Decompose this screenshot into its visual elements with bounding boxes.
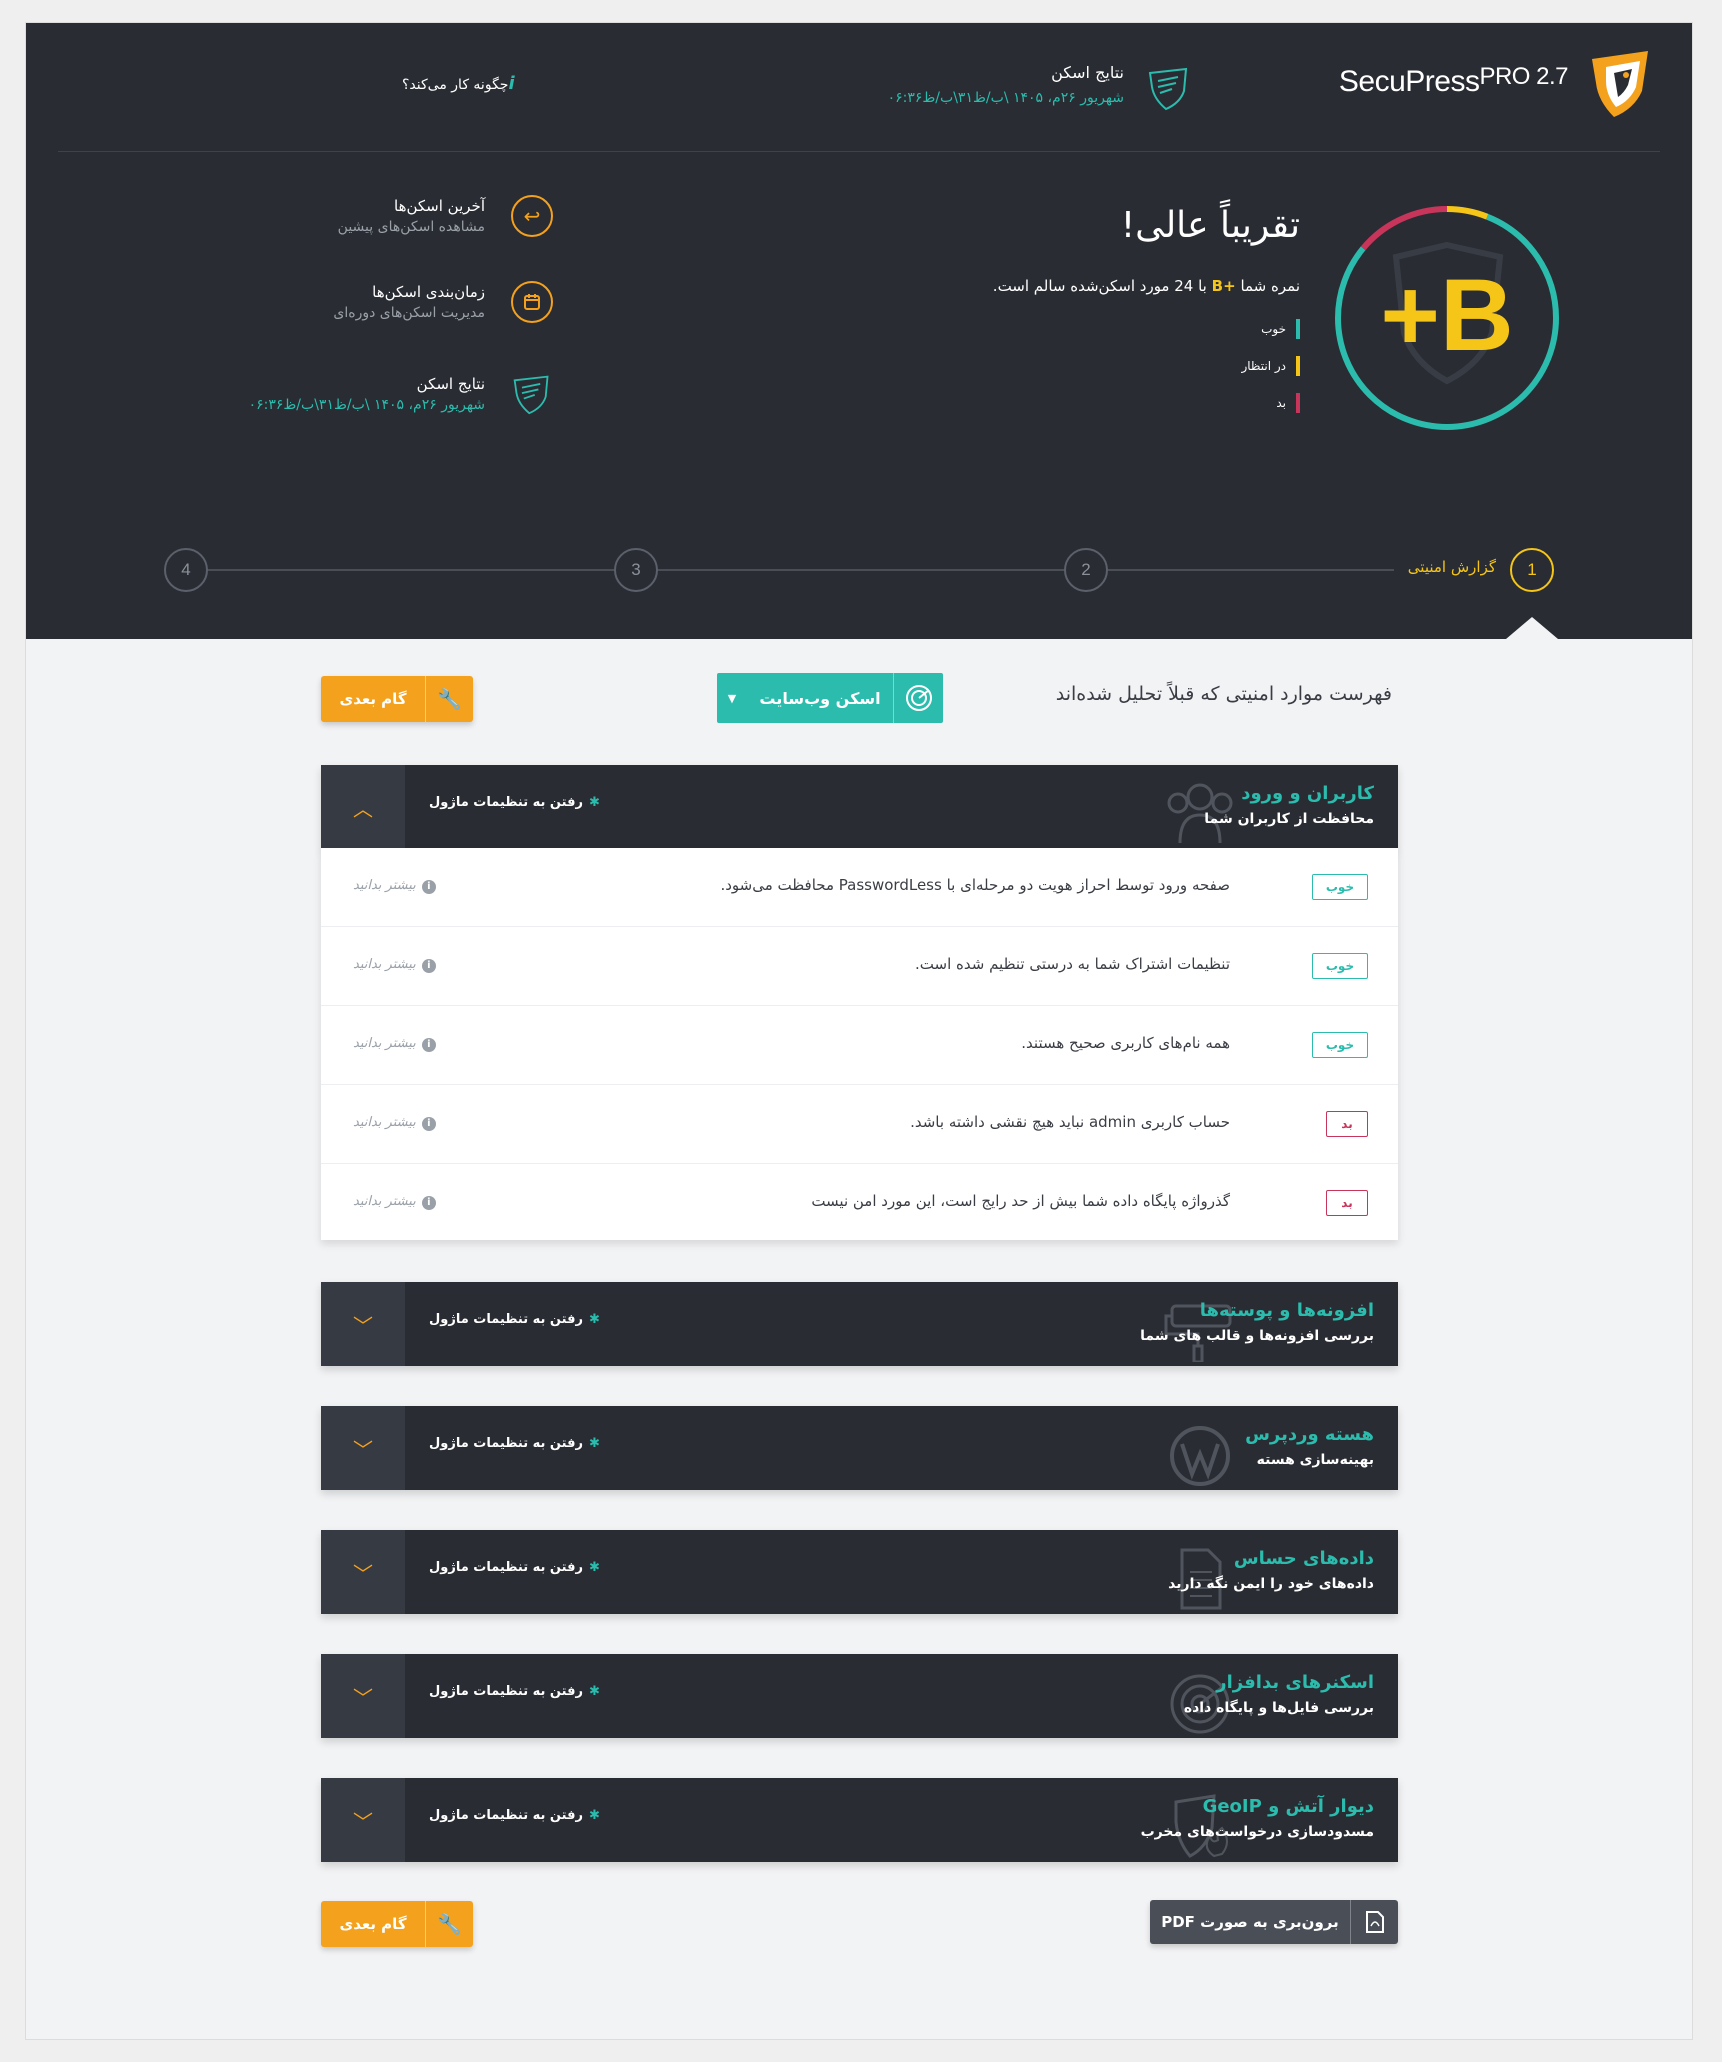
status-badge-good: خوب bbox=[1312, 953, 1368, 979]
result-message: صفحه ورود توسط احراز هویت دو مرحله‌ای با… bbox=[720, 876, 1230, 894]
result-row: خوب صفحه ورود توسط احراز هویت دو مرحله‌ا… bbox=[321, 848, 1398, 927]
chevron-down-icon[interactable]: ﹀ bbox=[321, 1282, 405, 1366]
learn-more-link[interactable]: iبیشتر بدانید bbox=[353, 878, 436, 894]
result-row: بد گذرواژه پایگاه داده شما بیش از حد رای… bbox=[321, 1164, 1398, 1243]
section-wordpress-core[interactable]: ﹀ ✱رفتن به تنظیمات ماژول هسته وردپرس بهی… bbox=[321, 1406, 1398, 1490]
chevron-up-icon[interactable]: ︿ bbox=[321, 765, 405, 849]
step-1-label[interactable]: گزارش امنیتی bbox=[1408, 558, 1496, 576]
step-4[interactable]: 4 bbox=[164, 548, 208, 592]
legend-pending-swatch bbox=[1296, 356, 1300, 376]
module-settings-link[interactable]: ✱رفتن به تنظیمات ماژول bbox=[429, 1684, 600, 1699]
gear-icon: ✱ bbox=[588, 1808, 600, 1823]
legend-good: خوب bbox=[1261, 319, 1300, 339]
wrench-icon: 🔧 bbox=[425, 1901, 473, 1947]
gear-icon: ✱ bbox=[588, 795, 600, 810]
score-title: تقریباً عالی! bbox=[1120, 205, 1300, 246]
status-badge-bad: بد bbox=[1326, 1111, 1368, 1137]
module-settings-link[interactable]: ✱رفتن به تنظیمات ماژول bbox=[429, 1560, 600, 1575]
info-icon: i bbox=[421, 880, 436, 894]
score-ring: +B bbox=[1332, 203, 1562, 433]
status-badge-bad: بد bbox=[1326, 1190, 1368, 1216]
learn-more-link[interactable]: iبیشتر بدانید bbox=[353, 1194, 436, 1210]
step-pointer bbox=[1506, 617, 1558, 639]
how-it-works-link[interactable]: iچگونه کار می‌کند؟ bbox=[402, 73, 523, 94]
status-badge-good: خوب bbox=[1312, 1032, 1368, 1058]
next-step-button-bottom[interactable]: 🔧 گام بعدی bbox=[321, 1901, 473, 1947]
radar-scan-icon bbox=[893, 673, 943, 723]
legend-bad-swatch bbox=[1296, 393, 1300, 413]
result-row: خوب همه نام‌های کاربری صحیح هستند. iبیشت… bbox=[321, 1006, 1398, 1085]
chevron-down-icon[interactable]: ﹀ bbox=[321, 1778, 405, 1862]
section-plugins-themes[interactable]: ﹀ ✱رفتن به تنظیمات ماژول افزونه‌ها و پوس… bbox=[321, 1282, 1398, 1366]
module-settings-link[interactable]: ✱رفتن به تنظیمات ماژول bbox=[429, 795, 600, 810]
scan-results-link[interactable]: نتایج اسکن شهریور ۲۶م، ۱۴۰۵ \ب/ظ۳۱\ب/ظ۰۶… bbox=[249, 373, 553, 415]
module-settings-link[interactable]: ✱رفتن به تنظیمات ماژول bbox=[429, 1436, 600, 1451]
info-icon: i bbox=[508, 73, 515, 94]
schedule-scans-link[interactable]: زمان‌بندی اسکن‌ها مدیریت اسکن‌های دوره‌ا… bbox=[333, 281, 553, 323]
step-2[interactable]: 2 bbox=[1064, 548, 1108, 592]
result-row: بد حساب کاربری admin نباید هیچ نقشی داشت… bbox=[321, 1085, 1398, 1164]
info-icon: i bbox=[421, 959, 436, 973]
legend-pending: در انتظار bbox=[1241, 356, 1300, 376]
gear-icon: ✱ bbox=[588, 1560, 600, 1575]
info-icon: i bbox=[421, 1196, 436, 1210]
wrench-icon: 🔧 bbox=[425, 676, 473, 722]
chevron-down-icon[interactable]: ﹀ bbox=[321, 1530, 405, 1614]
next-step-button-top[interactable]: 🔧 گام بعدی bbox=[321, 676, 473, 722]
chevron-down-icon[interactable]: ﹀ bbox=[321, 1406, 405, 1490]
learn-more-link[interactable]: iبیشتر بدانید bbox=[353, 1036, 436, 1052]
top-scan-result[interactable]: نتایج اسکن شهریور ۲۶م، ۱۴۰۵ \ب/ظ۳۱\ب/ظ۰۶… bbox=[888, 63, 1124, 106]
gear-icon: ✱ bbox=[588, 1312, 600, 1327]
module-settings-link[interactable]: ✱رفتن به تنظیمات ماژول bbox=[429, 1312, 600, 1327]
shield-icon bbox=[511, 373, 553, 415]
result-message: گذرواژه پایگاه داده شما بیش از حد رایج ا… bbox=[811, 1192, 1230, 1210]
section-firewall-geoip[interactable]: ﹀ ✱رفتن به تنظیمات ماژول دیوار آتش و Geo… bbox=[321, 1778, 1398, 1862]
legend-bad: بد bbox=[1276, 393, 1300, 413]
calendar-icon bbox=[511, 281, 553, 323]
step-1[interactable]: 1 bbox=[1510, 548, 1554, 592]
scan-shield-icon bbox=[1146, 65, 1192, 111]
status-badge-good: خوب bbox=[1312, 874, 1368, 900]
info-icon: i bbox=[421, 1117, 436, 1131]
gear-icon: ✱ bbox=[588, 1684, 600, 1699]
wordpress-icon bbox=[1170, 1426, 1230, 1486]
steps-track bbox=[206, 569, 1394, 571]
undo-icon: ↩ bbox=[511, 195, 553, 237]
score-grade: +B bbox=[1380, 258, 1514, 372]
caret-down-icon[interactable]: ▼ bbox=[717, 692, 747, 705]
learn-more-link[interactable]: iبیشتر بدانید bbox=[353, 1115, 436, 1131]
top-scan-date: شهریور ۲۶م، ۱۴۰۵ \ب/ظ۳۱\ب/ظ۰۶:۳۶ bbox=[887, 90, 1124, 106]
secupress-page: SecuPressPRO 2.7 نتایج اسکن شهریور ۲۶م، … bbox=[25, 22, 1693, 2040]
module-settings-link[interactable]: ✱رفتن به تنظیمات ماژول bbox=[429, 1808, 600, 1823]
learn-more-link[interactable]: iبیشتر بدانید bbox=[353, 957, 436, 973]
hero-panel: SecuPressPRO 2.7 نتایج اسکن شهریور ۲۶م، … bbox=[26, 23, 1692, 639]
chevron-down-icon[interactable]: ﹀ bbox=[321, 1654, 405, 1738]
users-login-results: خوب صفحه ورود توسط احراز هویت دو مرحله‌ا… bbox=[321, 848, 1398, 1240]
section-users-login[interactable]: ︿ ✱رفتن به تنظیمات ماژول کاربران و ورود … bbox=[321, 765, 1398, 849]
result-message: همه نام‌های کاربری صحیح هستند. bbox=[1021, 1034, 1230, 1052]
result-row: خوب تنظیمات اشتراک شما به درستی تنظیم شد… bbox=[321, 927, 1398, 1006]
top-scan-label: نتایج اسکن bbox=[1051, 63, 1124, 82]
last-scans-link[interactable]: ↩ آخرین اسکن‌ها مشاهده اسکن‌های پیشین bbox=[338, 195, 553, 237]
section-sensitive-data[interactable]: ﹀ ✱رفتن به تنظیمات ماژول داده‌های حساس د… bbox=[321, 1530, 1398, 1614]
scan-website-button[interactable]: اسکن وب‌سایت ▼ bbox=[717, 673, 943, 723]
gear-icon: ✱ bbox=[588, 1436, 600, 1451]
header-divider bbox=[58, 151, 1660, 152]
info-icon: i bbox=[421, 1038, 436, 1052]
pdf-file-icon bbox=[1350, 1900, 1398, 1944]
step-3[interactable]: 3 bbox=[614, 548, 658, 592]
result-message: تنظیمات اشتراک شما به درستی تنظیم شده اس… bbox=[915, 955, 1230, 973]
analyzed-items-title: فهرست موارد امنیتی که قبلاً تحلیل شده‌ان… bbox=[1055, 683, 1392, 705]
score-summary: نمره شما +B با 24 مورد اسکن‌شده سالم است… bbox=[992, 277, 1300, 295]
secupress-logo-icon bbox=[1584, 47, 1656, 119]
section-malware-scanners[interactable]: ﹀ ✱رفتن به تنظیمات ماژول اسکنرهای بدافزا… bbox=[321, 1654, 1398, 1738]
brand-title: SecuPressPRO 2.7 bbox=[1338, 63, 1569, 98]
export-pdf-button[interactable]: برون‌بری به صورت PDF bbox=[1150, 1900, 1398, 1944]
legend-good-swatch bbox=[1296, 319, 1300, 339]
result-message: حساب کاربری admin نباید هیچ نقشی داشته ب… bbox=[910, 1113, 1230, 1131]
